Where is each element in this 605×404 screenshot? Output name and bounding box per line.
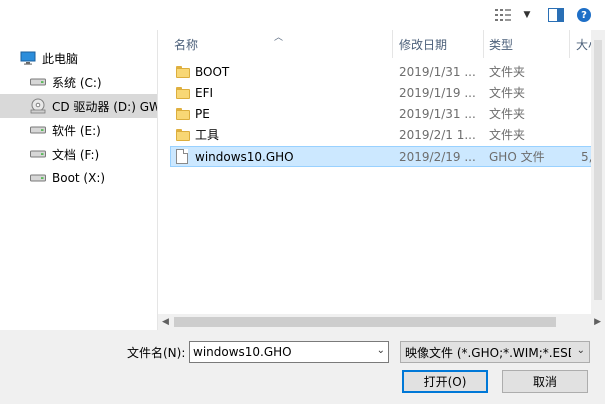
nav-item-label: Boot (X:) (52, 171, 106, 185)
computer-icon (20, 50, 36, 66)
cancel-button[interactable]: 取消 (502, 370, 588, 393)
column-header-label: 类型 (489, 37, 514, 52)
horizontal-scrollbar[interactable]: ◀ ▶ (158, 314, 605, 330)
file-row[interactable]: EFI 2019/1/19 ... 文件夹 (170, 83, 605, 104)
scrollbar-thumb[interactable] (174, 317, 556, 327)
drive-icon (30, 170, 46, 186)
open-button[interactable]: 打开(O) (402, 370, 488, 393)
drive-icon (30, 146, 46, 162)
nav-item-drive-x[interactable]: Boot (X:) (0, 166, 157, 190)
drive-icon (30, 122, 46, 138)
view-options-dropdown[interactable]: ▼ (520, 6, 534, 24)
file-modified: 2019/2/1 1... (399, 127, 476, 142)
column-separator[interactable] (569, 30, 570, 58)
nav-item-cd-drive-d[interactable]: CD 驱动器 (D:) GW (0, 94, 157, 118)
file-row-selected[interactable]: windows10.GHO 2019/2/19 ... GHO 文件 5,89 (170, 146, 605, 167)
drive-icon (30, 74, 46, 90)
file-modified: 2019/1/19 ... (399, 85, 476, 100)
file-modified: 2019/1/31 ... (399, 106, 476, 121)
view-options-button[interactable] (492, 6, 514, 24)
file-type: 文件夹 (489, 65, 526, 79)
preview-pane-button[interactable] (546, 6, 566, 24)
folder-icon (176, 128, 190, 141)
folder-icon (176, 86, 190, 99)
filename-input[interactable] (190, 342, 368, 362)
file-name: BOOT (195, 64, 230, 79)
nav-item-drive-f[interactable]: 文档 (F:) (0, 142, 157, 166)
file-row[interactable]: 工具 2019/2/1 1... 文件夹 (170, 125, 605, 146)
scrollbar-thumb[interactable] (594, 40, 602, 300)
column-separator[interactable] (483, 30, 484, 58)
nav-item-label: 文档 (F:) (52, 147, 100, 162)
file-list: ︿ 名称 修改日期 类型 大小 BOOT 2019/1/31 ... 文件夹 E… (158, 30, 605, 314)
column-header-type[interactable]: 类型 (489, 30, 569, 58)
file-name: PE (195, 106, 210, 121)
command-bar: ▼ ? (0, 0, 605, 30)
scroll-right-icon[interactable]: ▶ (594, 317, 601, 327)
chevron-down-icon[interactable]: ⌄ (377, 345, 385, 356)
column-header-modified[interactable]: 修改日期 (399, 30, 483, 58)
scroll-left-icon[interactable]: ◀ (162, 317, 169, 327)
nav-item-this-pc[interactable]: 此电脑 (0, 46, 157, 70)
column-header-row: ︿ 名称 修改日期 类型 大小 (158, 30, 605, 58)
file-name: windows10.GHO (195, 149, 294, 164)
file-type: 文件夹 (489, 128, 526, 142)
file-row[interactable]: BOOT 2019/1/31 ... 文件夹 (170, 62, 605, 83)
nav-item-label: 软件 (E:) (52, 123, 101, 138)
filename-label: 文件名(N): (127, 345, 186, 360)
file-row[interactable]: PE 2019/1/31 ... 文件夹 (170, 104, 605, 125)
folder-icon (176, 107, 190, 120)
chevron-down-icon: ⌄ (576, 345, 585, 356)
file-type: 文件夹 (489, 107, 526, 121)
vertical-scrollbar[interactable] (591, 30, 605, 314)
file-type: 文件夹 (489, 86, 526, 100)
nav-item-drive-e[interactable]: 软件 (E:) (0, 118, 157, 142)
column-header-label: 名称 (174, 37, 199, 52)
nav-item-label: CD 驱动器 (D:) GW (52, 99, 157, 114)
nav-item-label: 此电脑 (42, 51, 79, 66)
filename-combobox[interactable]: ⌄ (189, 341, 389, 363)
file-icon (176, 149, 188, 164)
file-name: EFI (195, 85, 214, 100)
filetype-value: 映像文件 (*.GHO;*.WIM;*.ESD (405, 345, 571, 360)
file-modified: 2019/2/19 ... (399, 149, 476, 164)
cd-drive-icon (30, 98, 46, 114)
filetype-select[interactable]: 映像文件 (*.GHO;*.WIM;*.ESD ⌄ (400, 341, 590, 363)
column-separator[interactable] (392, 30, 393, 58)
nav-item-label: 系统 (C:) (52, 75, 102, 90)
triangle-down-icon: ▼ (523, 10, 531, 20)
nav-item-drive-c[interactable]: 系统 (C:) (0, 70, 157, 94)
folder-icon (176, 65, 190, 78)
column-header-name[interactable]: 名称 (174, 30, 392, 58)
file-modified: 2019/1/31 ... (399, 64, 476, 79)
help-icon: ? (577, 8, 591, 22)
file-type: GHO 文件 (489, 150, 545, 164)
help-button[interactable]: ? (574, 6, 594, 24)
column-header-label: 修改日期 (399, 37, 448, 52)
view-options-icon (495, 9, 511, 21)
navigation-pane: 此电脑 系统 (C:) CD 驱动器 (D:) GW 软件 (E:) 文档 (F… (0, 30, 157, 330)
preview-pane-icon (548, 8, 564, 22)
file-name: 工具 (195, 128, 220, 142)
